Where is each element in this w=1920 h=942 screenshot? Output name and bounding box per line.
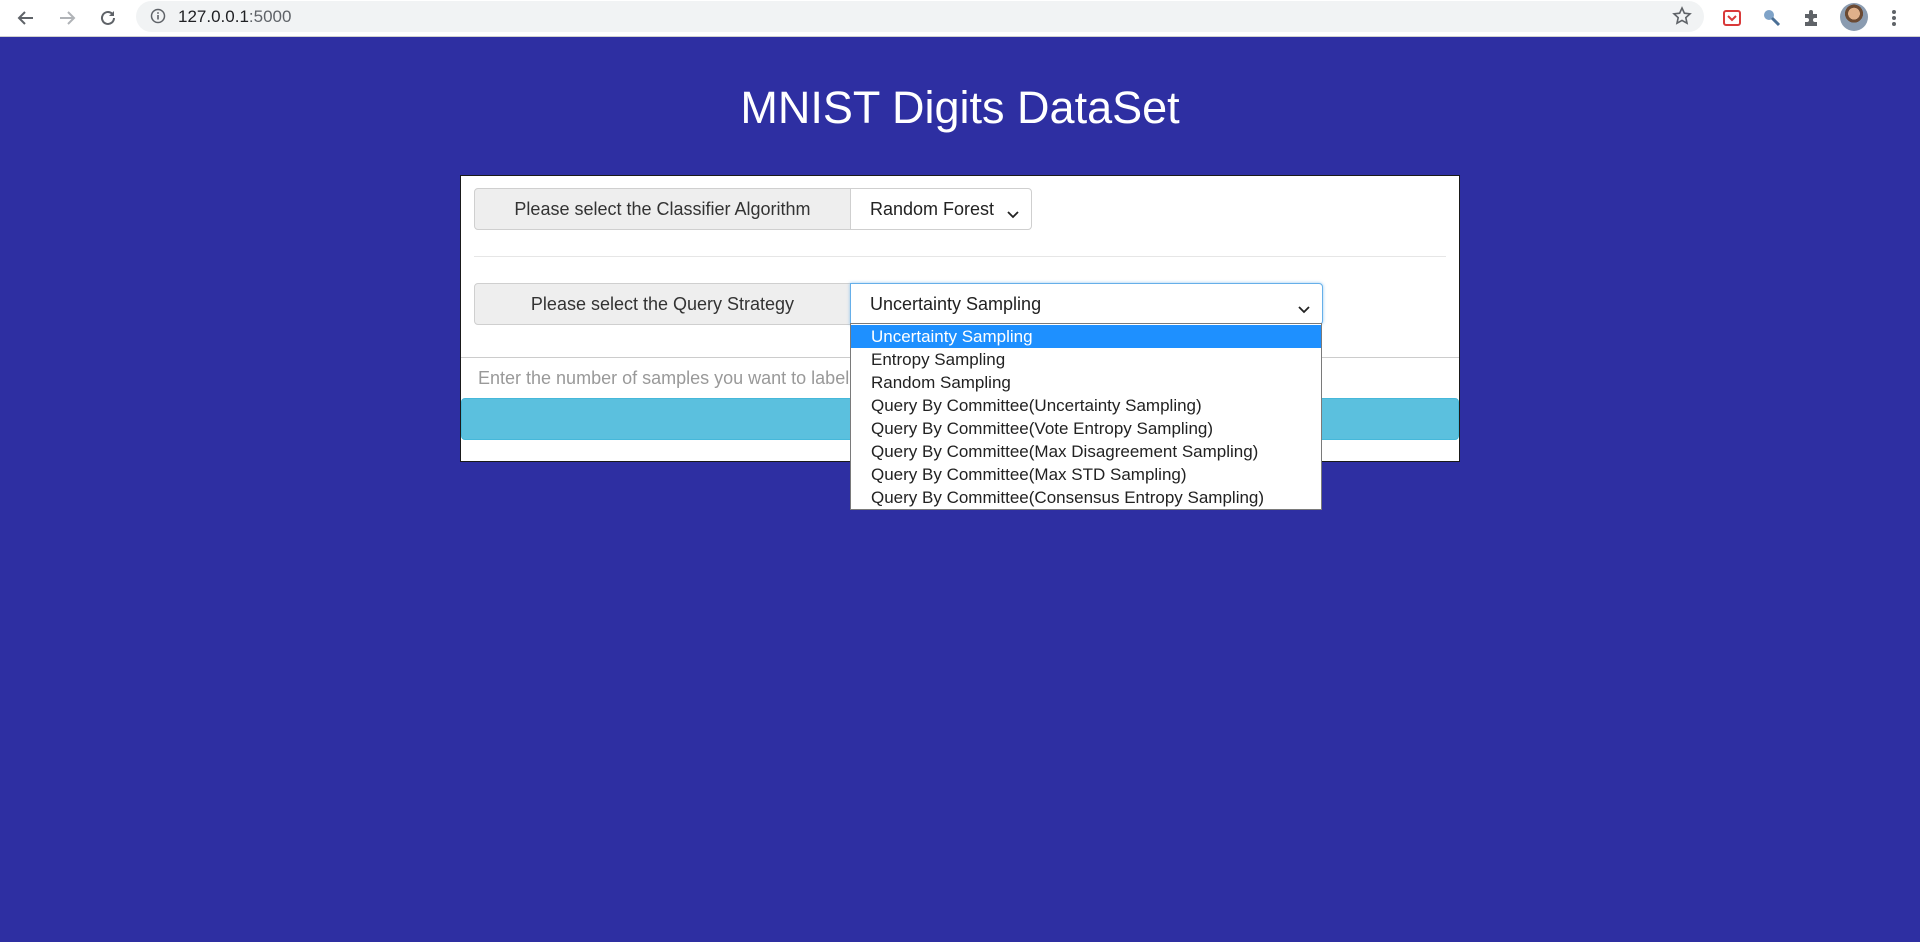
profile-avatar[interactable]	[1840, 3, 1868, 31]
bookmark-star-icon[interactable]	[1672, 6, 1692, 31]
strategy-option[interactable]: Entropy Sampling	[851, 348, 1321, 371]
search-extension-icon[interactable]	[1758, 4, 1786, 32]
strategy-option[interactable]: Uncertainty Sampling	[851, 325, 1321, 348]
url-host: 127.0.0.1	[178, 7, 249, 26]
extensions-puzzle-icon[interactable]	[1797, 4, 1825, 32]
reload-icon[interactable]	[94, 4, 122, 32]
strategy-select[interactable]: Uncertainty Sampling	[850, 283, 1323, 325]
strategy-option[interactable]: Query By Committee(Uncertainty Sampling)	[851, 394, 1321, 417]
url-port: :5000	[248, 7, 292, 26]
page-title: MNIST Digits DataSet	[740, 82, 1180, 133]
info-icon[interactable]	[150, 8, 166, 29]
strategy-selected-value: Uncertainty Sampling	[870, 293, 1042, 314]
url-text[interactable]: 127.0.0.1:5000	[178, 7, 291, 27]
address-bar[interactable]: 127.0.0.1:5000	[136, 1, 1704, 32]
samples-placeholder: Enter the number of samples you want to …	[478, 368, 850, 388]
classifier-selected-value: Random Forest	[870, 198, 995, 219]
strategy-label: Please select the Query Strategy	[474, 283, 851, 325]
back-icon[interactable]	[12, 4, 40, 32]
chevron-down-icon	[1298, 299, 1310, 320]
strategy-option[interactable]: Query By Committee(Max Disagreement Samp…	[851, 440, 1321, 463]
strategy-dropdown-list: Uncertainty Sampling Entropy Sampling Ra…	[850, 323, 1322, 510]
strategy-option[interactable]: Query By Committee(Consensus Entropy Sam…	[851, 486, 1321, 509]
classifier-label: Please select the Classifier Algorithm	[474, 188, 851, 230]
strategy-option[interactable]: Query By Committee(Vote Entropy Sampling…	[851, 417, 1321, 440]
strategy-option[interactable]: Query By Committee(Max STD Sampling)	[851, 463, 1321, 486]
divider	[474, 256, 1446, 257]
classifier-select[interactable]: Random Forest	[850, 188, 1032, 230]
chevron-down-icon	[1007, 204, 1019, 225]
strategy-option[interactable]: Random Sampling	[851, 371, 1321, 394]
menu-kebab-icon[interactable]	[1880, 4, 1908, 32]
pocket-extension-icon[interactable]	[1718, 4, 1746, 32]
browser-toolbar: 127.0.0.1:5000	[0, 0, 1920, 37]
forward-icon[interactable]	[53, 4, 81, 32]
